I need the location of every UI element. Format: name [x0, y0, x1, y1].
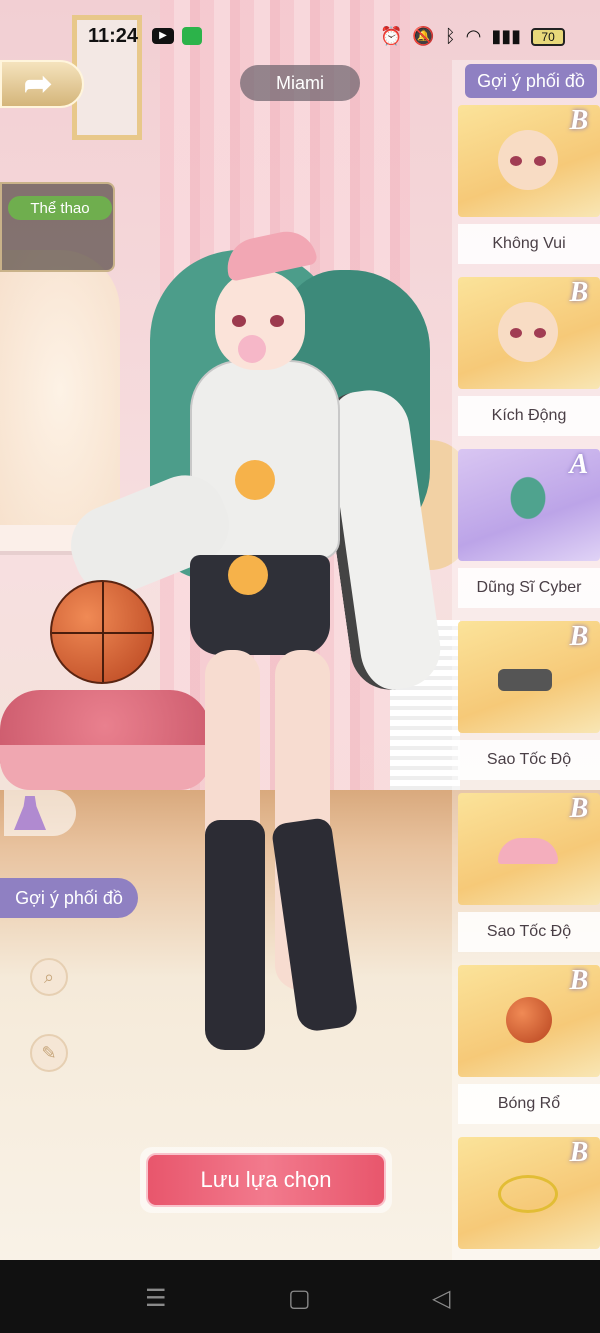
back-nav-icon[interactable]: ◁: [432, 1284, 450, 1313]
item-card[interactable]: B: [458, 1137, 600, 1249]
character-eye-left: [232, 315, 246, 327]
location-badge: Miami: [240, 65, 360, 101]
dress-icon: [14, 796, 46, 830]
status-bar: 11:24 ▶ ⏰ 🔕 ᛒ ◠ ▮▮▮ 70: [0, 0, 600, 64]
face-expression-icon: [498, 302, 558, 362]
grade-badge: B: [569, 965, 589, 996]
bluetooth-icon: ᛒ: [444, 26, 456, 46]
item-card[interactable]: A: [458, 449, 600, 561]
device-icon: [498, 669, 552, 691]
item-card[interactable]: B: [458, 965, 600, 1077]
item-card[interactable]: B: [458, 621, 600, 733]
mute-icon: 🔕: [412, 26, 435, 46]
item-card[interactable]: B: [458, 105, 600, 217]
save-selection-button[interactable]: Lưu lựa chọn: [146, 1153, 386, 1207]
back-arrow-icon: ➦: [23, 65, 53, 103]
item-label: Không Vui: [458, 224, 600, 264]
left-tool-rail: Gợi ý phối đồ ⌕ ✎: [0, 780, 140, 1100]
grade-badge: B: [569, 1137, 589, 1168]
signal-icon: ▮▮▮: [491, 26, 522, 46]
face-expression-icon: [498, 130, 558, 190]
grade-badge: B: [569, 277, 589, 308]
youtube-icon: ▶: [152, 28, 174, 44]
item-label: Dũng Sĩ Cyber: [458, 568, 600, 608]
character-eye-right: [270, 315, 284, 327]
item-card[interactable]: B: [458, 793, 600, 905]
outfit-thumbnail-button[interactable]: [4, 790, 76, 836]
hair-icon: [498, 474, 558, 534]
item-label: Bóng Rổ: [458, 1084, 600, 1124]
theme-tag: Thể thao: [8, 196, 112, 220]
item-label: Sao Tốc Độ: [458, 912, 600, 952]
cap-icon: [498, 838, 558, 864]
boot-left: [205, 820, 265, 1050]
grade-badge: B: [569, 105, 589, 136]
item-label: Kích Động: [458, 396, 600, 436]
broom-icon: ✎: [41, 1042, 57, 1063]
status-time: 11:24: [88, 25, 139, 47]
flower: [228, 555, 268, 595]
menu-icon[interactable]: ☰: [145, 1284, 167, 1313]
flower: [235, 460, 275, 500]
basketball-icon: [506, 997, 552, 1043]
grade-badge: B: [569, 621, 589, 652]
battery-icon: 70: [531, 27, 566, 46]
back-button[interactable]: ➦: [0, 60, 84, 108]
alarm-icon: ⏰: [380, 26, 403, 46]
basketball-prop: [50, 580, 154, 684]
theme-panel[interactable]: Thể thao: [0, 182, 115, 272]
home-icon[interactable]: ▢: [288, 1284, 311, 1313]
clear-button[interactable]: ✎: [30, 1034, 68, 1072]
save-button-frame: Lưu lựa chọn: [140, 1147, 392, 1213]
system-navigation-bar: ☰ ▢ ◁: [0, 1260, 600, 1333]
search-button[interactable]: ⌕: [30, 958, 68, 996]
messages-icon: [182, 27, 202, 45]
rail-title-suggest[interactable]: Gợi ý phối đồ: [465, 64, 597, 98]
bubble-gum: [238, 335, 266, 363]
suggest-outfit-button[interactable]: Gợi ý phối đồ: [0, 878, 138, 918]
search-icon: ⌕: [43, 966, 55, 987]
item-label: Sao Tốc Độ: [458, 740, 600, 780]
status-icons: ⏰ 🔕 ᛒ ◠ ▮▮▮ 70: [380, 26, 566, 47]
item-card[interactable]: B: [458, 277, 600, 389]
boot-right: [270, 816, 360, 1034]
grade-badge: A: [569, 449, 589, 480]
grade-badge: B: [569, 793, 589, 824]
wifi-icon: ◠: [465, 26, 482, 46]
necklace-icon: [498, 1175, 558, 1213]
